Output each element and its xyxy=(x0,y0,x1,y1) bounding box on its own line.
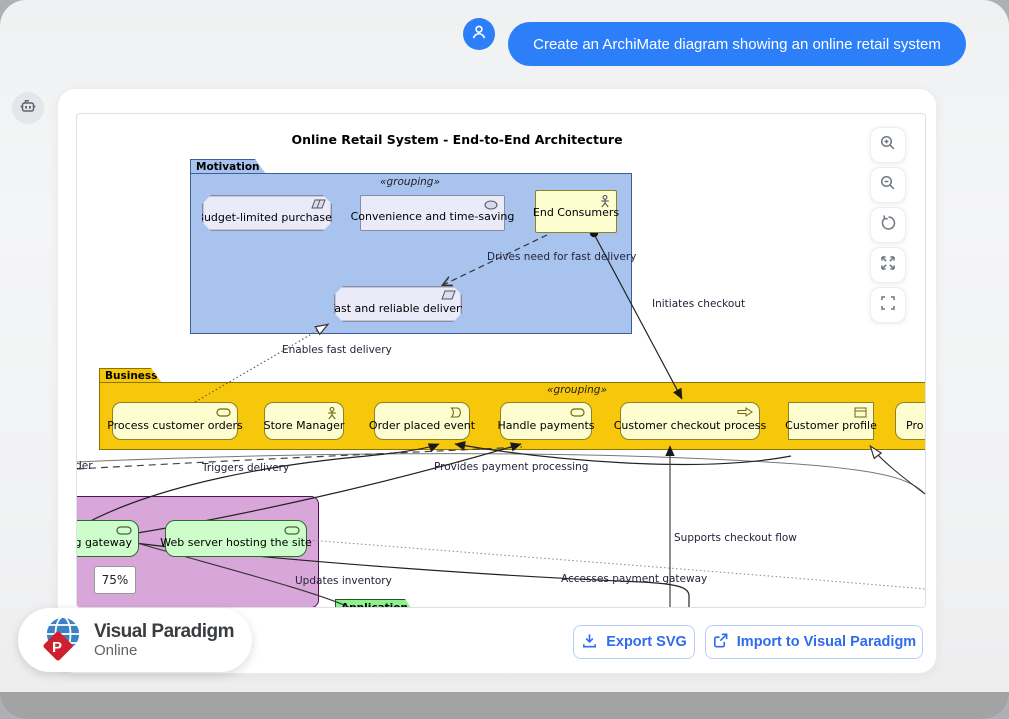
business-group-tab: Business xyxy=(99,368,162,383)
bottom-bar xyxy=(0,692,1009,719)
logo-text: Visual Paradigm Online xyxy=(94,622,234,658)
import-to-vp-button[interactable]: Import to Visual Paradigm xyxy=(705,625,923,659)
node-order-placed-event: Order placed event xyxy=(374,402,470,440)
node-label: Budget-limited purchases xyxy=(196,211,337,224)
object-icon xyxy=(854,407,867,421)
fullscreen-icon xyxy=(879,294,897,317)
service-icon xyxy=(216,407,231,420)
service-icon xyxy=(284,525,300,538)
business-tab-label: Business xyxy=(105,370,157,382)
node-web-server: Web server hosting the site xyxy=(165,520,307,557)
reset-icon xyxy=(879,214,897,237)
robot-icon xyxy=(18,96,38,121)
visual-paradigm-globe-icon: P xyxy=(38,613,86,668)
zoom-out-button[interactable] xyxy=(870,167,906,203)
node-label: Process customer orders xyxy=(107,419,243,432)
edge-label-drives: Drives need for fast delivery xyxy=(487,251,636,263)
fit-to-screen-button[interactable] xyxy=(870,247,906,283)
edge-label-supports: Supports checkout flow xyxy=(674,532,797,544)
expand-icon xyxy=(879,254,897,277)
node-handle-payments: Handle payments xyxy=(500,402,592,440)
fullscreen-button[interactable] xyxy=(870,287,906,323)
constraint-icon xyxy=(311,199,326,212)
application-tab-label: Application xyxy=(341,602,408,609)
node-end-consumers: End Consumers xyxy=(535,190,617,233)
node-customer-profile: Customer profile xyxy=(788,402,874,440)
node-clipped-right: Pro xyxy=(895,402,926,440)
user-avatar xyxy=(463,18,495,50)
zoom-in-button[interactable] xyxy=(870,127,906,163)
node-label: Pro xyxy=(906,419,923,432)
app-window: Create an ArchiMate diagram showing an o… xyxy=(0,0,1009,719)
process-icon xyxy=(737,407,753,420)
event-icon xyxy=(450,407,463,421)
reset-view-button[interactable] xyxy=(870,207,906,243)
svg-text:P: P xyxy=(52,639,62,656)
node-label: Handle payments xyxy=(497,419,594,432)
progress-value: 75% xyxy=(102,573,129,587)
import-label: Import to Visual Paradigm xyxy=(737,634,916,650)
export-label: Export SVG xyxy=(606,634,687,650)
service-icon xyxy=(570,407,585,420)
edge-label-triggers: Triggers delivery xyxy=(202,462,289,474)
edge-label-enables: Enables fast delivery xyxy=(282,344,392,356)
external-link-icon xyxy=(712,632,729,653)
business-stereotype: «grouping» xyxy=(457,384,697,396)
logo-title: Visual Paradigm xyxy=(94,622,234,641)
zoom-out-icon xyxy=(879,174,897,197)
actor-icon xyxy=(327,407,337,423)
service-icon xyxy=(116,525,132,538)
edge-label-initiates: Initiates checkout xyxy=(652,298,745,310)
chat-user-message: Create an ArchiMate diagram showing an o… xyxy=(508,22,966,66)
edge-label-provides: Provides payment processing xyxy=(434,461,588,473)
motivation-group-tab: Motivation xyxy=(190,159,266,174)
value-icon xyxy=(484,200,498,213)
node-label: Fast and reliable delivery xyxy=(329,302,467,315)
actor-icon xyxy=(600,195,610,211)
download-icon xyxy=(581,632,598,653)
node-fast-reliable-delivery: Fast and reliable delivery xyxy=(334,286,462,322)
visual-paradigm-logo: P Visual Paradigm Online xyxy=(18,608,252,672)
chat-message-text: Create an ArchiMate diagram showing an o… xyxy=(533,36,941,53)
person-icon xyxy=(470,23,488,46)
zoom-in-icon xyxy=(879,134,897,157)
requirement-icon xyxy=(441,290,456,303)
assistant-avatar xyxy=(12,92,44,124)
diagram-title: Online Retail System - End-to-End Archit… xyxy=(77,132,837,147)
node-payment-gateway: ing gateway xyxy=(76,520,139,557)
node-label: Customer checkout process xyxy=(614,419,767,432)
progress-badge: 75% xyxy=(94,566,136,594)
diagram-panel: Online Retail System - End-to-End Archit… xyxy=(57,88,937,674)
node-process-customer-orders: Process customer orders xyxy=(112,402,238,440)
node-convenience-time-saving: Convenience and time-saving xyxy=(360,195,505,231)
node-store-manager: Store Manager xyxy=(264,402,344,440)
edge-label-updates: Updates inventory xyxy=(295,575,392,587)
logo-subtitle: Online xyxy=(94,643,234,658)
application-group-tab: Application xyxy=(335,599,416,608)
edge-label-accesses: Accesses payment gateway xyxy=(561,573,707,585)
node-customer-checkout-process: Customer checkout process xyxy=(620,402,760,440)
edge-label-order: rder xyxy=(76,460,93,472)
export-svg-button[interactable]: Export SVG xyxy=(573,625,695,659)
motivation-stereotype: «grouping» xyxy=(190,176,630,188)
motivation-tab-label: Motivation xyxy=(196,161,260,173)
diagram-canvas: Online Retail System - End-to-End Archit… xyxy=(76,113,926,608)
node-budget-limited-purchases: Budget-limited purchases xyxy=(202,195,332,231)
